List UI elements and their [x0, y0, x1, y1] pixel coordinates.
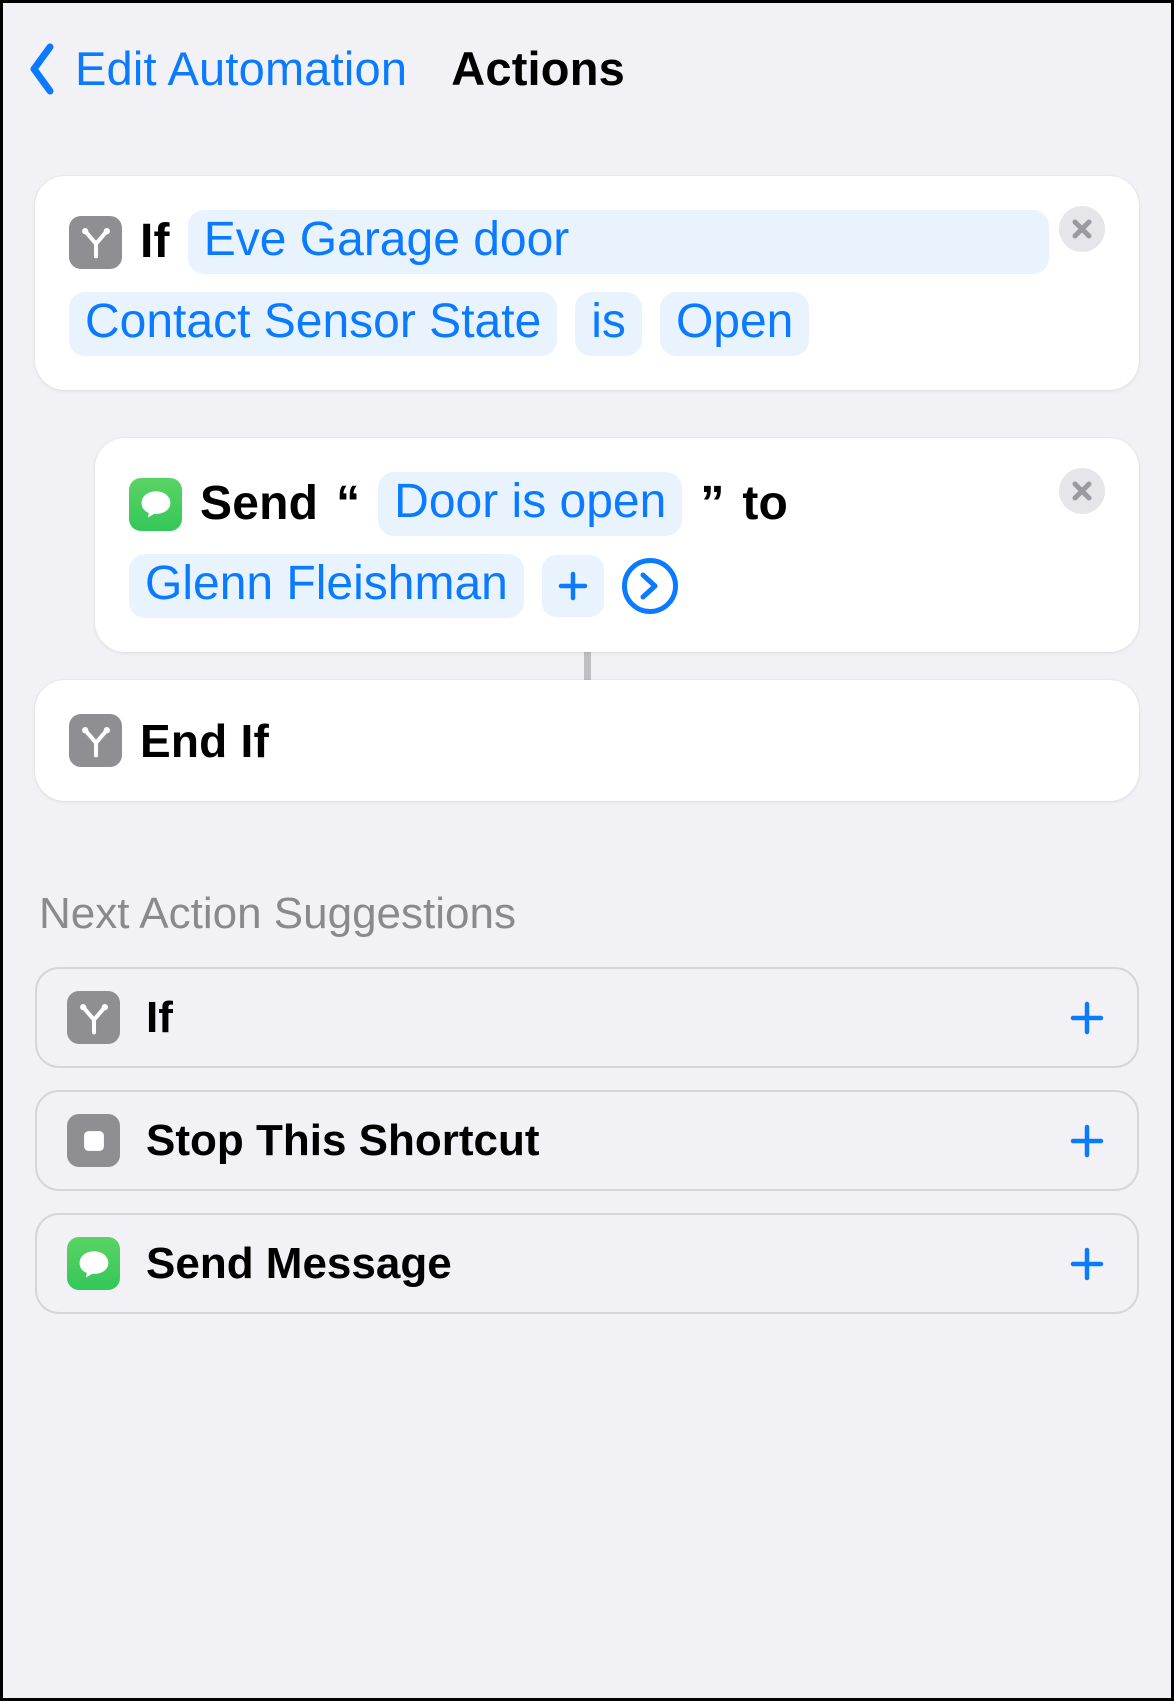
suggestion-label: If	[146, 993, 173, 1043]
back-chevron-icon[interactable]	[27, 43, 57, 95]
suggestion-if[interactable]: If	[35, 967, 1139, 1068]
send-message-token[interactable]: Door is open	[378, 472, 682, 536]
action-card-if[interactable]: If Eve Garage door Contact Sensor State …	[35, 176, 1139, 390]
branch-icon	[67, 991, 120, 1044]
add-suggestion-button[interactable]	[1067, 998, 1107, 1038]
send-verb: Send	[200, 480, 318, 528]
action-card-send-message[interactable]: Send “ Door is open ” to Glenn Fleishman	[95, 438, 1139, 652]
add-recipient-button[interactable]	[542, 555, 604, 617]
remove-action-button[interactable]	[1059, 206, 1105, 252]
send-recipient-token[interactable]: Glenn Fleishman	[129, 554, 524, 618]
add-suggestion-button[interactable]	[1067, 1244, 1107, 1284]
page-title: Actions	[451, 41, 625, 96]
to-word: to	[742, 480, 788, 528]
stop-icon	[67, 1114, 120, 1167]
connector-line	[35, 652, 1139, 680]
nav-bar: Edit Automation Actions	[3, 3, 1171, 96]
add-suggestion-button[interactable]	[1067, 1121, 1107, 1161]
suggestion-label: Send Message	[146, 1239, 452, 1289]
close-quote: ”	[700, 480, 724, 528]
action-card-end-if[interactable]: End If	[35, 680, 1139, 801]
suggestion-stop-shortcut[interactable]: Stop This Shortcut	[35, 1090, 1139, 1191]
branch-icon	[69, 216, 122, 269]
if-keyword: If	[140, 218, 170, 266]
message-icon	[129, 478, 182, 531]
branch-icon	[69, 714, 122, 767]
suggestions-title: Next Action Suggestions	[35, 889, 1139, 939]
message-icon	[67, 1237, 120, 1290]
if-operator-token[interactable]: is	[575, 292, 642, 356]
end-if-label: End If	[140, 718, 269, 764]
show-more-button[interactable]	[622, 558, 678, 614]
back-button[interactable]: Edit Automation	[75, 41, 407, 96]
if-attribute-token[interactable]: Contact Sensor State	[69, 292, 557, 356]
open-quote: “	[336, 480, 360, 528]
suggestion-label: Stop This Shortcut	[146, 1116, 540, 1166]
if-value-token[interactable]: Open	[660, 292, 809, 356]
if-device-token[interactable]: Eve Garage door	[188, 210, 1049, 274]
suggestion-send-message[interactable]: Send Message	[35, 1213, 1139, 1314]
remove-action-button[interactable]	[1059, 468, 1105, 514]
